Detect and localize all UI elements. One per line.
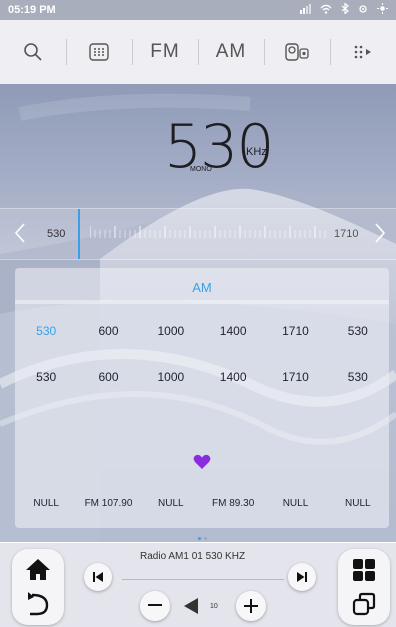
preset-row-2: 530 600 1000 1400 1710 530 [15,370,389,384]
speaker-settings-icon [285,43,309,61]
volume-up-button[interactable] [236,591,266,621]
home-back-panel [12,549,64,625]
status-icons [299,2,388,17]
preset-panel: AM 530 600 1000 1400 1710 530 530 600 10… [15,268,389,528]
preset-12[interactable]: 530 [327,370,389,384]
apps-window-panel [338,549,390,625]
page-indicator [198,537,207,540]
preset-3[interactable]: 1000 [140,324,202,338]
skip-previous-icon [93,572,103,582]
heart-icon [193,454,211,469]
sound-settings-button[interactable] [264,20,330,84]
tuner-scale [90,226,326,238]
status-time: 05:19 PM [8,4,56,16]
chevron-left-icon [14,223,25,243]
tuner-dial[interactable]: 530 1710 [0,208,396,260]
station-name-6: NULL [345,498,371,509]
favorite-button[interactable] [193,454,211,475]
band-divider [15,300,389,304]
previous-button[interactable] [84,563,112,591]
home-icon[interactable] [25,557,51,583]
minus-icon [148,604,162,606]
tuner-min-label: 530 [47,228,66,240]
fm-band-label: FM [150,41,180,62]
station-name-3: NULL [158,498,184,509]
skip-next-icon [297,572,307,582]
frequency-display: 530 KHz MONO [0,112,396,182]
next-button[interactable] [288,563,316,591]
preset-4[interactable]: 1400 [202,324,264,338]
tune-down-button[interactable] [14,222,26,250]
page-dot-2 [204,537,207,540]
station-name-row: NULL FM 107.90 NULL FM 89.30 NULL NULL [15,498,389,509]
volume-level: 10 [210,603,218,610]
apps-grid-icon[interactable] [351,557,377,583]
preset-8[interactable]: 600 [77,370,139,384]
radio-stage: 530 KHz MONO 530 1710 AM 530 600 1000 14… [0,84,396,542]
window-switch-icon[interactable] [351,591,377,617]
stereo-mode: MONO [190,166,212,173]
keypad-button[interactable] [66,20,132,84]
preset-5[interactable]: 1710 [264,324,326,338]
station-name-5: NULL [282,498,309,509]
now-playing-text: Radio AM1 01 530 KHZ [140,551,246,562]
plus-icon [244,599,258,613]
bluetooth-icon [341,2,349,17]
preset-row-1: 530 600 1000 1400 1710 530 [15,324,389,338]
fm-band-button[interactable]: FM [132,20,198,84]
preset-9[interactable]: 1000 [140,370,202,384]
am-band-label: AM [215,41,247,62]
signal-icon [299,3,311,17]
speaker-icon [184,598,198,614]
station-name-2: FM 107.90 [84,498,133,509]
tune-up-button[interactable] [374,222,386,250]
preset-6[interactable]: 530 [327,324,389,338]
more-button[interactable] [330,20,396,84]
station-name-1: NULL [33,498,59,509]
bottom-control-bar: Radio AM1 01 530 KHZ 10 [0,542,396,627]
preset-10[interactable]: 1400 [202,370,264,384]
preset-11[interactable]: 1710 [264,370,326,384]
station-name-4: FM 89.30 [212,498,255,509]
keypad-icon [89,43,109,61]
frequency-unit: KHz [246,146,267,158]
more-icon [354,45,371,59]
tuner-max-label: 1710 [334,228,359,240]
progress-line [122,579,284,580]
volume-down-button[interactable] [140,591,170,621]
am-band-button[interactable]: AM [198,20,264,84]
back-icon[interactable] [25,591,51,617]
preset-2[interactable]: 600 [77,324,139,338]
status-bar: 05:19 PM [0,0,396,20]
settings-status-icon [358,4,368,17]
top-toolbar: FM AM [0,20,396,84]
preset-1[interactable]: 530 [15,324,77,338]
band-title: AM [192,280,212,295]
tuner-needle[interactable] [78,209,80,259]
search-icon [24,43,42,61]
chevron-right-icon [375,223,386,243]
preset-7[interactable]: 530 [15,370,77,384]
brightness-icon [377,3,388,17]
search-button[interactable] [0,20,66,84]
wifi-icon [320,4,332,17]
page-dot-1 [198,537,201,540]
